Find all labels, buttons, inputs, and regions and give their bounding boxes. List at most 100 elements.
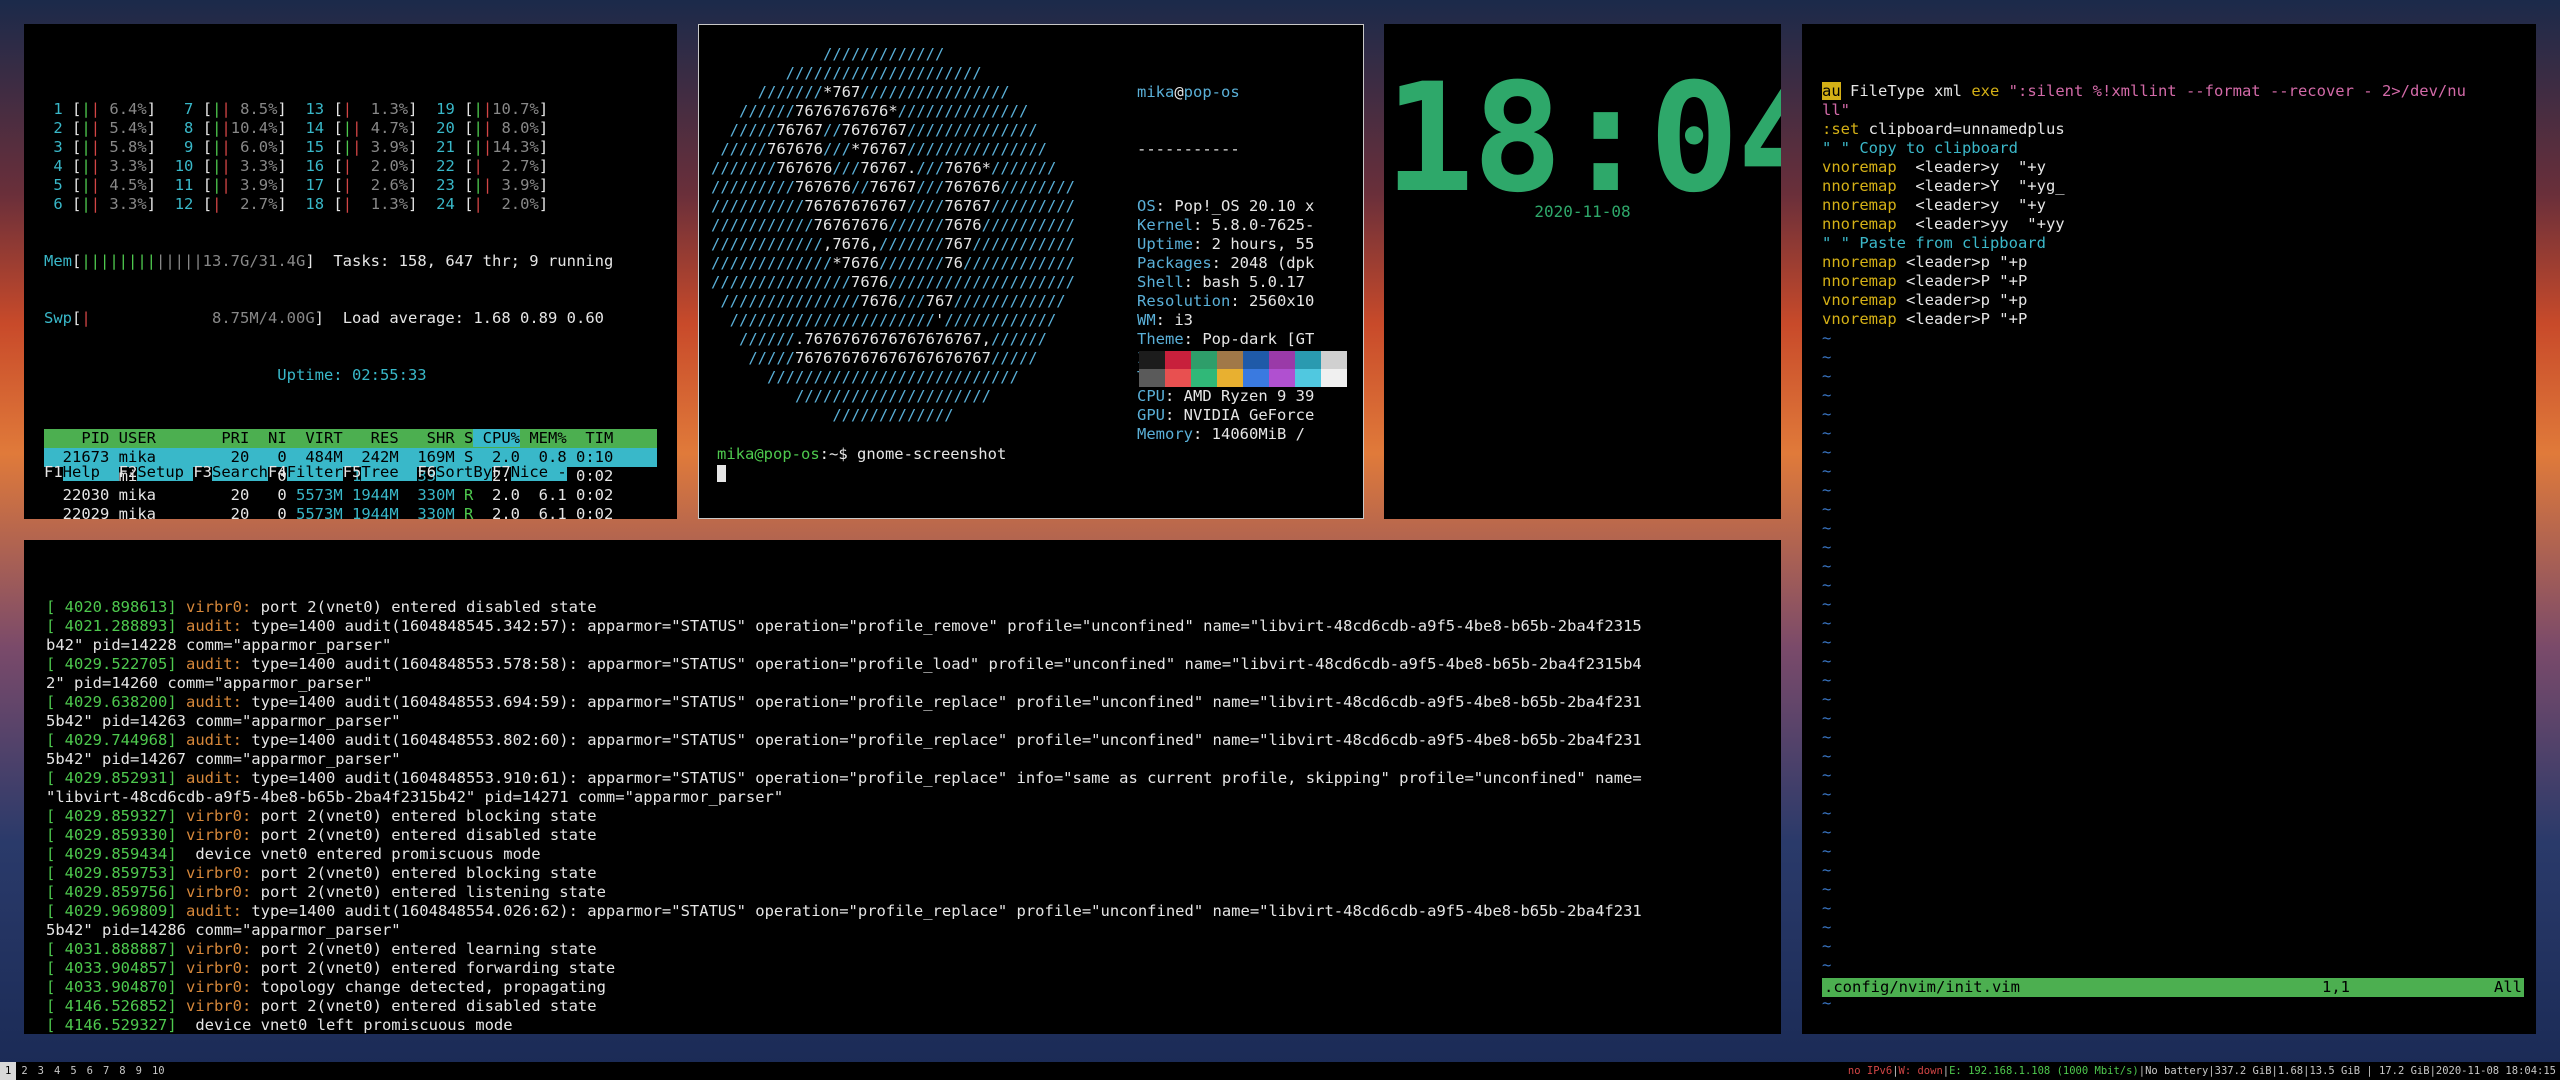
column-header[interactable]: MEM% bbox=[520, 429, 566, 447]
code-line[interactable]: nnoremap <leader>p "+p bbox=[1822, 253, 2536, 272]
column-header[interactable]: CPU% bbox=[473, 429, 520, 447]
process-cell: 330M bbox=[398, 486, 455, 504]
cpu-number: 1 bbox=[44, 100, 72, 118]
fkey-label-sortby[interactable]: SortBy bbox=[436, 463, 493, 481]
log-timestamp: [ 4033.904857] bbox=[46, 959, 186, 977]
dmesg-terminal[interactable]: [ 4020.898613] virbr0: port 2(vnet0) ent… bbox=[24, 540, 1781, 1034]
wifi-status: W: down bbox=[1898, 1065, 1943, 1077]
code-line[interactable]: nnoremap <leader>yy "+yy bbox=[1822, 215, 2536, 234]
empty-line-marker: ~ bbox=[1822, 443, 1832, 461]
log-message: port 2(vnet0) entered disabled state bbox=[251, 598, 597, 616]
log-timestamp: [ 4031.888887] bbox=[46, 940, 186, 958]
column-header[interactable]: S bbox=[455, 429, 473, 447]
column-header[interactable]: TIM bbox=[567, 429, 613, 447]
log-line: [ 4029.969809] audit: type=1400 audit(16… bbox=[46, 902, 1781, 921]
column-header[interactable]: USER bbox=[109, 429, 202, 447]
cpu-number: 8 bbox=[174, 119, 203, 137]
cpu-number: 17 bbox=[305, 176, 334, 194]
code-line[interactable]: vnoremap <leader>P "+P bbox=[1822, 310, 2536, 329]
workspace-3[interactable]: 3 bbox=[33, 1062, 49, 1080]
workspace-9[interactable]: 9 bbox=[131, 1062, 147, 1080]
clock-date: 2020-11-08 bbox=[1534, 202, 1631, 221]
empty-line-marker: ~ bbox=[1822, 766, 1832, 784]
process-cell: 0:02 bbox=[566, 505, 614, 519]
log-source: virbr0: bbox=[185, 940, 252, 958]
art-line: /////76767//7676767////////////// bbox=[711, 121, 1038, 139]
code-line[interactable]: vnoremap <leader>p "+p bbox=[1822, 291, 2536, 310]
info-shell: Shell: bash 5.0.17 bbox=[1137, 273, 1305, 291]
palette-swatch bbox=[1191, 351, 1217, 369]
code-line[interactable]: nnoremap <leader>y "+y bbox=[1822, 196, 2536, 215]
editor-buffer[interactable]: au FileType xml exe ":silent %!xmllint -… bbox=[1822, 82, 2536, 1013]
log-line: [ 4029.744968] audit: type=1400 audit(16… bbox=[46, 731, 1781, 750]
log-message: port 2(vnet0) entered listening state bbox=[251, 883, 606, 901]
log-timestamp: [ 4029.638200] bbox=[46, 693, 186, 711]
neofetch-terminal[interactable]: ///////////// ///////////////////// ////… bbox=[698, 24, 1364, 519]
art-line: /////767676///*76767/////////////// bbox=[711, 140, 1047, 158]
fkey-label-tree[interactable]: Tree bbox=[361, 463, 418, 481]
process-row[interactable]: 22030 mika 20 0 5573M 1944M 330M R 2.0 6… bbox=[44, 486, 657, 505]
column-header[interactable]: PRI bbox=[203, 429, 249, 447]
cpu-number: 7 bbox=[174, 100, 203, 118]
clock-terminal[interactable]: 18:04 2020-11-08 bbox=[1384, 24, 1781, 519]
cpu-number: 15 bbox=[305, 138, 334, 156]
nvim-editor[interactable]: au FileType xml exe ":silent %!xmllint -… bbox=[1802, 24, 2536, 1034]
code-line[interactable]: :set clipboard=unnamedplus bbox=[1822, 120, 2536, 139]
process-cell: 2.0 bbox=[473, 486, 520, 504]
process-cell: 0 bbox=[249, 505, 287, 519]
workspace-6[interactable]: 6 bbox=[82, 1062, 98, 1080]
workspace-2[interactable]: 2 bbox=[16, 1062, 32, 1080]
art-line: /////////////*7676///////76//////////// bbox=[711, 254, 1075, 272]
code-line[interactable]: " " Paste from clipboard bbox=[1822, 234, 2536, 253]
code-line[interactable]: nnoremap <leader>Y "+yg_ bbox=[1822, 177, 2536, 196]
cpu-number: 9 bbox=[174, 138, 203, 156]
workspace-5[interactable]: 5 bbox=[65, 1062, 81, 1080]
shell-prompt[interactable]: mika@pop-os:~$ gnome-screenshot bbox=[717, 445, 1006, 483]
cpu-meters: 1 [|| 6.4%] 7 [|| 8.5%] 13 [| 1.3%] 19 [… bbox=[44, 100, 657, 214]
code-line[interactable]: nnoremap <leader>P "+P bbox=[1822, 272, 2536, 291]
cpu-meter: 21 [||14.3%] bbox=[436, 138, 549, 156]
workspace-10[interactable]: 10 bbox=[147, 1062, 170, 1080]
cpu-meter: 8 [||10.4%] bbox=[174, 119, 287, 137]
column-header[interactable]: NI bbox=[249, 429, 287, 447]
cpu-meter: 24 [| 2.0%] bbox=[436, 195, 549, 213]
cpu-percent: 3.9% bbox=[492, 176, 539, 194]
column-header[interactable]: VIRT bbox=[287, 429, 342, 447]
workspace-8[interactable]: 8 bbox=[114, 1062, 130, 1080]
htop-terminal[interactable]: 1 [|| 6.4%] 7 [|| 8.5%] 13 [| 1.3%] 19 [… bbox=[24, 24, 677, 519]
cpu-number: 6 bbox=[44, 195, 72, 213]
workspace-1[interactable]: 1 bbox=[0, 1062, 17, 1080]
log-line: [ 4029.859330] virbr0: port 2(vnet0) ent… bbox=[46, 826, 1781, 845]
info-gpu: GPU: NVIDIA GeForce bbox=[1137, 406, 1315, 424]
code-line[interactable]: au FileType xml exe ":silent %!xmllint -… bbox=[1822, 82, 2536, 101]
cpu-percent: 3.3% bbox=[230, 157, 278, 175]
column-header[interactable]: RES bbox=[343, 429, 399, 447]
log-message: port 2(vnet0) entered blocking state bbox=[251, 807, 597, 825]
pop-os-logo-art: ///////////// ///////////////////// ////… bbox=[711, 45, 1075, 425]
code-line[interactable]: " " Copy to clipboard bbox=[1822, 139, 2536, 158]
log-timestamp: [ 4029.969809] bbox=[46, 902, 186, 920]
fkey-label-search[interactable]: Search bbox=[212, 463, 269, 481]
workspace-7[interactable]: 7 bbox=[98, 1062, 114, 1080]
log-message: type=1400 audit(1604848553.802:60): appa… bbox=[241, 731, 1642, 749]
cpu-number: 21 bbox=[436, 138, 465, 156]
log-line: [ 4029.859753] virbr0: port 2(vnet0) ent… bbox=[46, 864, 1781, 883]
column-header[interactable]: PID bbox=[44, 429, 109, 447]
code-line[interactable]: ll" bbox=[1822, 101, 2536, 120]
fkey-label-help[interactable]: Help bbox=[62, 463, 119, 481]
process-row[interactable]: 22029 mika 20 0 5573M 1944M 330M R 2.0 6… bbox=[44, 505, 657, 519]
art-line: ///////////// bbox=[711, 406, 954, 424]
code-line[interactable]: vnoremap <leader>y "+y bbox=[1822, 158, 2536, 177]
workspace-4[interactable]: 4 bbox=[49, 1062, 65, 1080]
fkey-label-filter[interactable]: Filter bbox=[286, 463, 343, 481]
fkey-label-setup[interactable]: Setup bbox=[137, 463, 194, 481]
empty-line-marker: ~ bbox=[1822, 918, 1832, 936]
column-header[interactable]: SHR bbox=[399, 429, 455, 447]
cpu-meter: 1 [|| 6.4%] bbox=[44, 100, 157, 118]
fkey-label-nice[interactable]: Nice - bbox=[510, 463, 567, 481]
empty-line-marker: ~ bbox=[1822, 614, 1832, 632]
empty-line-marker: ~ bbox=[1822, 424, 1832, 442]
function-key-bar[interactable]: F1Help F2Setup F3SearchF4FilterF5Tree F6… bbox=[44, 463, 567, 482]
empty-line-marker: ~ bbox=[1822, 652, 1832, 670]
workspace-list[interactable]: 1 2 3 4 5 6 7 8 9 10 bbox=[0, 1062, 170, 1080]
